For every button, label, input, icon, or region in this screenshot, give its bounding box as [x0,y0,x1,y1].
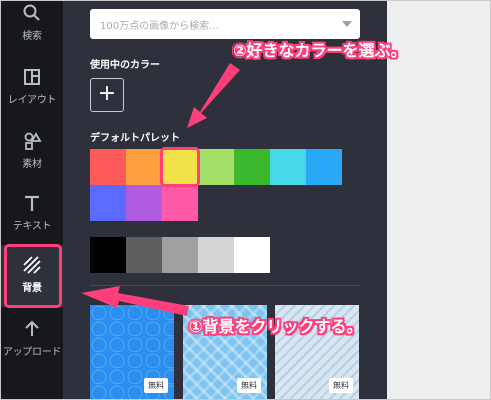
screenshot-frame: 検索 レイアウト 素材 テキスト 背景 アップロード 100万点の画像から検索.… [0,0,491,400]
arrow-to-background [81,286,189,316]
arrow-to-palette [187,63,240,128]
color-swatch-selected[interactable] [160,147,200,187]
annotation-step1: ①背景をクリックする。 [189,317,363,336]
annotation-step2: ②好きなカラーを選ぶ。 [233,41,407,60]
